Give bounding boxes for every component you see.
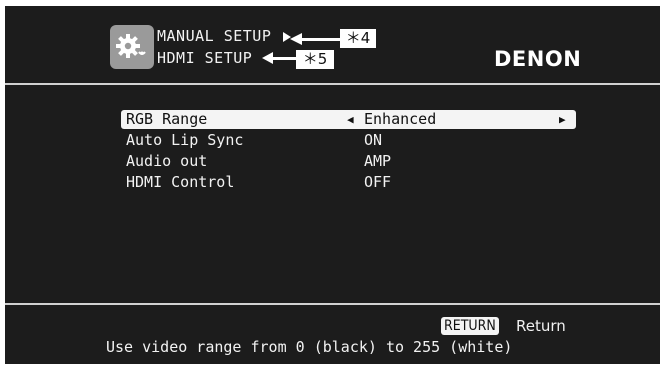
- callout-label: ＊4: [340, 29, 376, 48]
- callout-line: [271, 57, 298, 60]
- menu-item-value: AMP: [364, 152, 392, 170]
- menu-item-label: Auto Lip Sync: [126, 131, 244, 149]
- callout-line: [300, 38, 340, 41]
- callout-label: ＊5: [296, 50, 334, 69]
- help-text: Use video range from 0 (black) to 255 (w…: [106, 338, 513, 356]
- brand-logo: DENON: [494, 47, 582, 71]
- menu-item-value: ON: [364, 131, 383, 149]
- arrow-left-icon[interactable]: ◀: [347, 110, 354, 129]
- menu-item-rgb-range[interactable]: RGB Range ◀ Enhanced ▶: [121, 110, 576, 129]
- menu-item-label: Audio out: [126, 152, 208, 170]
- gear-icon: [110, 25, 154, 69]
- menu-item-value: OFF: [364, 173, 392, 191]
- breadcrumb-parent: MANUAL SETUP: [157, 27, 272, 45]
- return-button[interactable]: RETURN: [441, 317, 499, 335]
- menu-item-auto-lip-sync[interactable]: Auto Lip Sync ON: [121, 131, 576, 150]
- return-label: Return: [516, 317, 566, 335]
- menu-item-label: HDMI Control: [126, 173, 235, 191]
- menu-item-label: RGB Range: [126, 110, 208, 128]
- arrow-right-icon[interactable]: ▶: [559, 110, 566, 129]
- breadcrumb-current: HDMI SETUP: [157, 49, 253, 67]
- header-divider: [5, 83, 660, 85]
- menu-item-hdmi-control[interactable]: HDMI Control OFF: [121, 173, 576, 192]
- footer-divider: [5, 303, 660, 305]
- menu-item-value: Enhanced: [364, 110, 437, 128]
- menu-item-audio-out[interactable]: Audio out AMP: [121, 152, 576, 171]
